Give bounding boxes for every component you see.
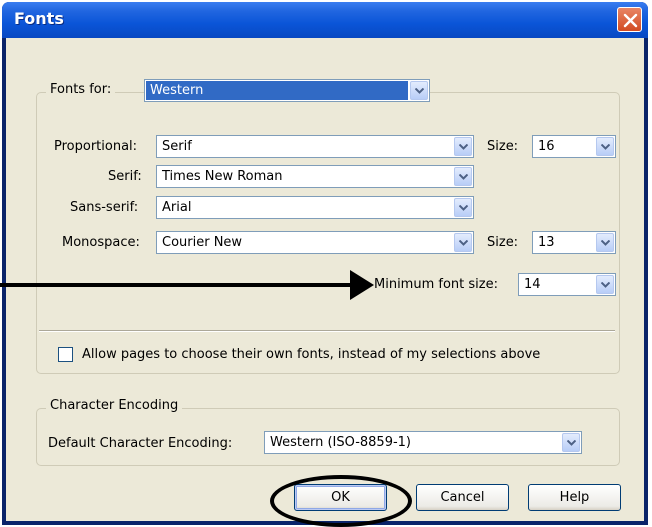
group-separator xyxy=(39,330,615,332)
serif-dropdown-button[interactable] xyxy=(454,167,472,186)
serif-value: Times New Roman xyxy=(162,169,283,184)
monospace-size-dropdown-button[interactable] xyxy=(596,233,614,252)
serif-label: Serif: xyxy=(108,169,142,184)
chevron-down-icon xyxy=(567,440,576,446)
monospace-size-select[interactable]: 13 xyxy=(532,231,616,254)
minimum-font-size-select[interactable]: 14 xyxy=(518,273,616,296)
chevron-down-icon xyxy=(459,240,468,246)
fonts-dialog: Fonts Fonts for: Western Proportional: S… xyxy=(2,2,648,525)
minimum-font-size-value: 14 xyxy=(524,277,541,292)
help-button[interactable]: Help xyxy=(528,484,621,511)
annotation-arrow-line xyxy=(0,283,360,287)
dialog-body: Fonts for: Western Proportional: Serif S… xyxy=(6,38,644,521)
monospace-dropdown-button[interactable] xyxy=(454,233,472,252)
default-encoding-select[interactable]: Western (ISO-8859-1) xyxy=(264,431,582,454)
monospace-select[interactable]: Courier New xyxy=(156,231,474,254)
minimum-font-size-dropdown-button[interactable] xyxy=(596,275,614,294)
chevron-down-icon xyxy=(459,144,468,150)
sans-serif-value: Arial xyxy=(162,200,192,215)
allow-pages-checkbox[interactable] xyxy=(58,347,73,362)
proportional-size-dropdown-button[interactable] xyxy=(596,137,614,156)
close-x-icon xyxy=(623,13,638,28)
close-button[interactable] xyxy=(617,7,642,32)
minimum-font-size-label: Minimum font size: xyxy=(374,277,498,292)
arrow-right-icon xyxy=(350,270,374,300)
proportional-size-select[interactable]: 16 xyxy=(532,135,616,158)
chevron-down-icon xyxy=(601,240,610,246)
monospace-size-value: 13 xyxy=(538,235,555,250)
allow-pages-label[interactable]: Allow pages to choose their own fonts, i… xyxy=(82,347,540,362)
chevron-down-icon xyxy=(601,282,610,288)
default-encoding-value: Western (ISO-8859-1) xyxy=(270,435,412,450)
annotation-ok-circle xyxy=(270,475,412,527)
monospace-size-label: Size: xyxy=(487,235,519,250)
title-bar[interactable]: Fonts xyxy=(2,2,648,38)
monospace-value: Courier New xyxy=(162,235,243,250)
cancel-button[interactable]: Cancel xyxy=(416,484,509,511)
character-encoding-legend: Character Encoding xyxy=(46,398,183,413)
default-encoding-label: Default Character Encoding: xyxy=(48,436,233,451)
chevron-down-icon xyxy=(459,174,468,180)
monospace-label: Monospace: xyxy=(62,235,140,250)
chevron-down-icon xyxy=(415,88,424,94)
fonts-for-value: Western xyxy=(150,83,204,98)
sans-serif-select[interactable]: Arial xyxy=(156,196,474,219)
proportional-value: Serif xyxy=(162,139,192,154)
proportional-select[interactable]: Serif xyxy=(156,135,474,158)
serif-select[interactable]: Times New Roman xyxy=(156,165,474,188)
window-title: Fonts xyxy=(14,9,64,28)
fonts-for-label: Fonts for: xyxy=(46,82,116,97)
fonts-for-select[interactable]: Western xyxy=(144,79,430,102)
proportional-label: Proportional: xyxy=(54,139,138,154)
proportional-size-label: Size: xyxy=(487,139,519,154)
default-encoding-dropdown-button[interactable] xyxy=(562,433,580,452)
chevron-down-icon xyxy=(601,144,610,150)
fonts-for-dropdown-button[interactable] xyxy=(410,81,428,100)
proportional-dropdown-button[interactable] xyxy=(454,137,472,156)
sans-serif-label: Sans-serif: xyxy=(70,200,139,215)
chevron-down-icon xyxy=(459,205,468,211)
sans-serif-dropdown-button[interactable] xyxy=(454,198,472,217)
proportional-size-value: 16 xyxy=(538,139,555,154)
